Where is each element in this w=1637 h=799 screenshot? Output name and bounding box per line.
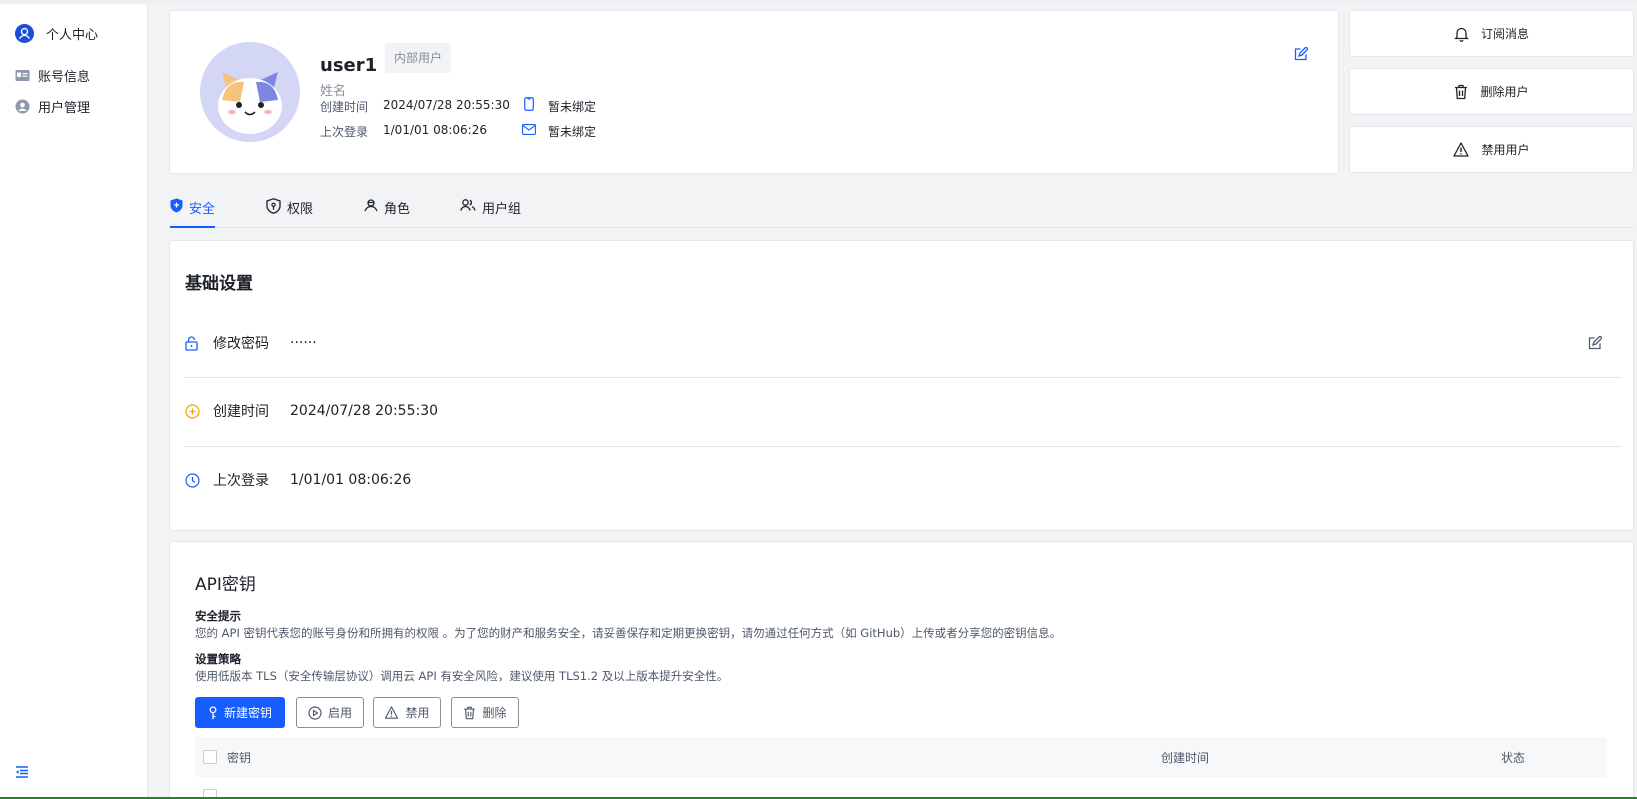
column-status[interactable]: 状态 xyxy=(1501,749,1525,766)
tab-bar: 安全 权限 角色 用户组 xyxy=(169,188,1634,228)
tab-label: 用户组 xyxy=(482,202,522,217)
sidebar-item-label: 账号信息 xyxy=(38,70,91,85)
plus-circle-icon xyxy=(185,403,201,419)
delete-button[interactable]: 删除 xyxy=(451,697,519,728)
tab-label: 安全 xyxy=(189,202,216,217)
mail-icon xyxy=(522,124,536,135)
last-login-row-value: 1/01/01 08:06:26 xyxy=(290,472,412,488)
subscribe-button[interactable]: 订阅消息 xyxy=(1349,10,1634,57)
security-tip-title: 安全提示 xyxy=(195,609,241,623)
lock-icon xyxy=(185,335,201,351)
sidebar-item-label: 用户管理 xyxy=(38,101,91,116)
delete-label: 删除 xyxy=(482,706,507,720)
tab-permission[interactable]: 权限 xyxy=(266,196,313,228)
disable-user-label: 禁用用户 xyxy=(1481,143,1530,157)
security-tip-text: 您的 API 密钥代表您的账号身份和所拥有的权限 。为了您的财产和服务安全，请妥… xyxy=(195,626,1062,640)
column-key[interactable]: 密钥 xyxy=(227,749,251,766)
last-login-label: 上次登录 xyxy=(320,125,369,139)
user-type-tag: 内部用户 xyxy=(385,43,452,73)
top-border xyxy=(0,0,1637,4)
user-group-icon xyxy=(460,198,476,212)
user-circle-icon xyxy=(15,24,34,43)
enable-label: 启用 xyxy=(327,706,352,720)
phone-status[interactable]: 暂未绑定 xyxy=(548,98,596,115)
profile-card: user1 内部用户 姓名 创建时间 2024/07/28 20:55:30 上… xyxy=(169,10,1339,174)
trash-icon xyxy=(463,706,476,720)
api-keys-card: API密钥 安全提示 您的 API 密钥代表您的账号身份和所拥有的权限 。为了您… xyxy=(169,541,1634,799)
avatar xyxy=(200,42,300,142)
disable-label: 禁用 xyxy=(405,706,430,720)
sidebar-header-label: 个人中心 xyxy=(46,28,99,43)
new-key-label: 新建密钥 xyxy=(223,706,272,720)
password-row: 修改密码 ······ xyxy=(185,310,1622,376)
last-login-row: 上次登录 1/01/01 08:06:26 xyxy=(185,447,1622,513)
created-time-label: 创建时间 xyxy=(213,404,269,420)
created-time-row: 创建时间 2024/07/28 20:55:30 xyxy=(185,378,1622,444)
tab-role[interactable]: 角色 xyxy=(364,196,410,228)
created-label: 创建时间 xyxy=(320,100,369,114)
enable-button[interactable]: 启用 xyxy=(296,697,364,728)
disable-button[interactable]: 禁用 xyxy=(373,697,441,728)
menu-fold-icon[interactable] xyxy=(15,765,29,779)
last-login-row-label: 上次登录 xyxy=(213,473,269,489)
key-icon xyxy=(208,705,218,720)
basic-settings-title: 基础设置 xyxy=(185,274,253,294)
role-icon xyxy=(364,198,378,212)
bell-icon xyxy=(1454,26,1469,42)
api-keys-table-header: 密钥 创建时间 状态 xyxy=(195,737,1607,799)
email-status[interactable]: 暂未绑定 xyxy=(548,123,596,140)
basic-settings-card: 基础设置 修改密码 ······ 创建时间 2024/07/28 20:55:3… xyxy=(169,240,1634,531)
warning-icon xyxy=(1453,142,1470,157)
trash-icon xyxy=(1454,84,1468,100)
phone-icon xyxy=(524,97,534,111)
shield-icon xyxy=(170,198,183,213)
created-time-value: 2024/07/28 20:55:30 xyxy=(290,403,439,419)
id-card-icon xyxy=(15,69,30,82)
sidebar: 个人中心 账号信息 用户管理 xyxy=(0,4,148,797)
new-key-button[interactable]: 新建密钥 xyxy=(195,697,285,728)
user-manage-icon xyxy=(15,99,30,114)
tab-label: 角色 xyxy=(384,202,411,217)
warning-icon xyxy=(384,706,399,719)
api-keys-title: API密钥 xyxy=(195,575,256,595)
sidebar-item-account-info[interactable]: 账号信息 xyxy=(15,66,90,85)
policy-title: 设置策略 xyxy=(195,652,241,666)
clock-icon xyxy=(185,472,201,488)
sidebar-header[interactable]: 个人中心 xyxy=(15,24,98,43)
created-value: 2024/07/28 20:55:30 xyxy=(383,98,510,112)
subscribe-label: 订阅消息 xyxy=(1480,27,1529,41)
tab-label: 权限 xyxy=(287,202,314,217)
column-created[interactable]: 创建时间 xyxy=(1161,749,1209,766)
sidebar-item-user-management[interactable]: 用户管理 xyxy=(15,97,90,116)
tab-security[interactable]: 安全 xyxy=(170,196,216,228)
permission-icon xyxy=(266,198,281,214)
disable-user-button[interactable]: 禁用用户 xyxy=(1349,126,1634,173)
password-value: ······ xyxy=(290,335,317,351)
select-all-checkbox[interactable] xyxy=(203,750,217,764)
display-name: 姓名 xyxy=(320,84,347,99)
edit-password-icon[interactable] xyxy=(1588,336,1602,350)
username: user1 xyxy=(320,55,378,76)
last-login-value: 1/01/01 08:06:26 xyxy=(383,123,487,137)
password-label: 修改密码 xyxy=(213,336,269,352)
delete-user-button[interactable]: 删除用户 xyxy=(1349,68,1634,115)
edit-icon[interactable] xyxy=(1294,47,1308,61)
delete-user-label: 删除用户 xyxy=(1480,85,1529,99)
tab-user-group[interactable]: 用户组 xyxy=(460,196,521,228)
policy-text: 使用低版本 TLS（安全传输层协议）调用云 API 有安全风险，建议使用 TLS… xyxy=(195,669,729,683)
play-circle-icon xyxy=(308,705,322,720)
